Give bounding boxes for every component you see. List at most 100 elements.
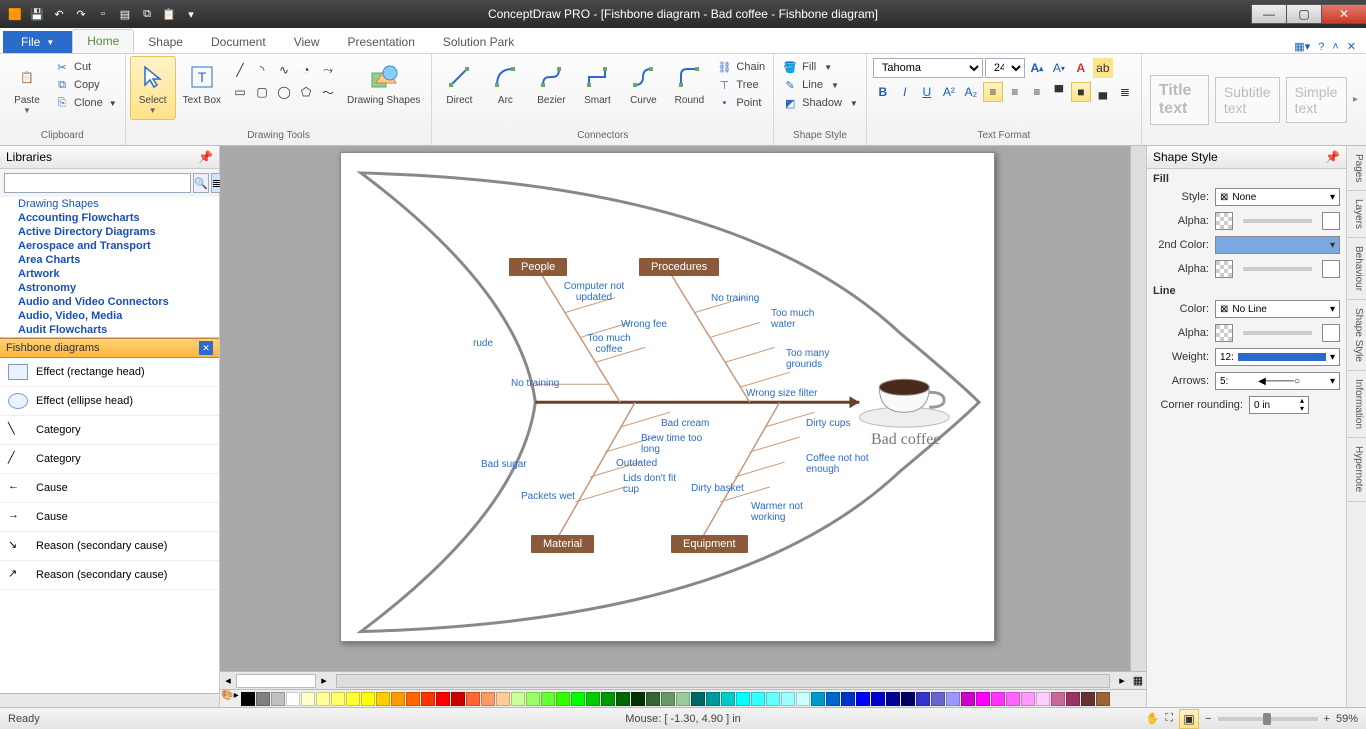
- tree-node[interactable]: Area Charts: [0, 253, 219, 267]
- cause-text[interactable]: Outdated: [616, 458, 657, 469]
- minimize-button[interactable]: —: [1251, 4, 1287, 24]
- color-swatch[interactable]: [676, 692, 690, 706]
- color-swatch[interactable]: [841, 692, 855, 706]
- zoom-in-button[interactable]: +: [1324, 713, 1330, 725]
- polyline-tool-button[interactable]: ⤳: [318, 60, 338, 80]
- tree-node[interactable]: Astronomy: [0, 281, 219, 295]
- corner-rounding-input[interactable]: 0 in▴▾: [1249, 396, 1309, 414]
- color-swatch[interactable]: [301, 692, 315, 706]
- bezier-connector-button[interactable]: Bezier: [528, 56, 574, 111]
- line-button[interactable]: ✎Line▼: [778, 76, 862, 94]
- stencil-item[interactable]: ╲Category: [0, 416, 219, 445]
- textbox-tool-button[interactable]: T Text Box: [176, 56, 228, 111]
- color-swatch[interactable]: [796, 692, 810, 706]
- fill-alpha-slider[interactable]: [1243, 219, 1312, 223]
- color-swatch[interactable]: [931, 692, 945, 706]
- cause-text[interactable]: Packets wet: [521, 491, 575, 502]
- line-alpha-slider[interactable]: [1243, 331, 1312, 335]
- font-color-button[interactable]: A: [1071, 58, 1091, 78]
- arrows-select[interactable]: 5:◀────○▾: [1215, 372, 1340, 390]
- color-swatch[interactable]: [721, 692, 735, 706]
- page-first-button[interactable]: ◂: [220, 674, 236, 687]
- color-swatch[interactable]: [856, 692, 870, 706]
- color-swatch[interactable]: [376, 692, 390, 706]
- stencil-item[interactable]: ↘Reason (secondary cause): [0, 532, 219, 561]
- shadow-button[interactable]: ◩Shadow▼: [778, 94, 862, 112]
- canvas-hscroll[interactable]: [336, 674, 1110, 688]
- paste-button[interactable]: 📋 Paste ▼: [4, 56, 50, 120]
- pin-icon[interactable]: 📌: [1325, 150, 1340, 164]
- spline-tool-button[interactable]: ∿: [274, 60, 294, 80]
- side-tab-information[interactable]: Information: [1347, 371, 1366, 438]
- color-swatch[interactable]: [751, 692, 765, 706]
- color-swatch[interactable]: [616, 692, 630, 706]
- side-tab-behaviour[interactable]: Behaviour: [1347, 238, 1366, 300]
- color-swatch[interactable]: [1096, 692, 1110, 706]
- side-tab-layers[interactable]: Layers: [1347, 191, 1366, 238]
- curve-connector-button[interactable]: Curve: [620, 56, 666, 111]
- file-tab[interactable]: File ▼: [3, 31, 72, 53]
- drawing-shapes-button[interactable]: Drawing Shapes: [340, 56, 427, 111]
- side-tab-shape-style[interactable]: Shape Style: [1347, 300, 1366, 371]
- color-swatch[interactable]: [436, 692, 450, 706]
- subscript-button[interactable]: A₂: [961, 82, 981, 102]
- color-swatch[interactable]: [916, 692, 930, 706]
- color-swatch[interactable]: [781, 692, 795, 706]
- canvas-vscroll[interactable]: [1130, 146, 1146, 671]
- tree-node[interactable]: Audio, Video, Media: [0, 309, 219, 323]
- point-button[interactable]: •Point: [712, 94, 769, 112]
- color-swatch[interactable]: [466, 692, 480, 706]
- color-swatch[interactable]: [736, 692, 750, 706]
- cause-text[interactable]: Wrong fee: [621, 319, 667, 330]
- color-swatch[interactable]: [886, 692, 900, 706]
- cause-text[interactable]: No training: [711, 293, 759, 304]
- color-swatch[interactable]: [496, 692, 510, 706]
- qat-open-icon[interactable]: ▤: [116, 5, 134, 23]
- app-icon[interactable]: 🟧: [6, 5, 24, 23]
- color-swatch[interactable]: [871, 692, 885, 706]
- tree-node[interactable]: Audio and Video Connectors: [0, 295, 219, 309]
- bold-button[interactable]: B: [873, 82, 893, 102]
- line-tool-button[interactable]: ╱: [230, 60, 250, 80]
- tree-node[interactable]: Artwork: [0, 267, 219, 281]
- stencil-item[interactable]: Effect (ellipse head): [0, 387, 219, 416]
- maximize-button[interactable]: ▢: [1286, 4, 1322, 24]
- color-swatch[interactable]: [631, 692, 645, 706]
- color-swatch[interactable]: [1006, 692, 1020, 706]
- palette-menu-icon[interactable]: 🎨▸: [220, 690, 240, 707]
- cause-text[interactable]: Computer not updated: [559, 281, 629, 303]
- library-search-input[interactable]: [4, 173, 191, 193]
- qat-undo-icon[interactable]: ↶: [50, 5, 68, 23]
- crop-tool-icon[interactable]: ⛶: [1165, 712, 1173, 725]
- color-swatch[interactable]: [601, 692, 615, 706]
- color-swatch[interactable]: [331, 692, 345, 706]
- arc-tool-button[interactable]: ◝: [252, 60, 272, 80]
- effect-label[interactable]: Bad coffee: [871, 431, 940, 449]
- cause-text[interactable]: Bad sugar: [481, 459, 527, 470]
- color-swatch[interactable]: [646, 692, 660, 706]
- tree-node[interactable]: Drawing Shapes: [0, 197, 219, 211]
- help-icon[interactable]: ?: [1318, 41, 1324, 53]
- page-nav-area[interactable]: [236, 674, 316, 688]
- increase-font-button[interactable]: A▴: [1027, 58, 1047, 78]
- cause-text[interactable]: rude: [473, 338, 493, 349]
- stencil-item[interactable]: ╱Category: [0, 445, 219, 474]
- color-swatch[interactable]: [286, 692, 300, 706]
- color-swatch[interactable]: [571, 692, 585, 706]
- color-swatch[interactable]: [481, 692, 495, 706]
- hand-tool-icon[interactable]: ✋: [1146, 712, 1160, 725]
- color-swatch[interactable]: [586, 692, 600, 706]
- drawing-page[interactable]: People Procedures Material Equipment Com…: [340, 152, 995, 642]
- page-last-button[interactable]: ▸: [316, 674, 332, 687]
- color-swatch[interactable]: [976, 692, 990, 706]
- color-swatch[interactable]: [706, 692, 720, 706]
- stencil-item[interactable]: ↗Reason (secondary cause): [0, 561, 219, 590]
- category-people[interactable]: People: [509, 258, 567, 276]
- open-library-header[interactable]: Fishbone diagrams ✕: [0, 338, 219, 358]
- tree-node[interactable]: Accounting Flowcharts: [0, 211, 219, 225]
- simple-text-style[interactable]: Simple text: [1286, 77, 1347, 123]
- align-center-button[interactable]: ≡: [1005, 82, 1025, 102]
- color-swatch[interactable]: [541, 692, 555, 706]
- color-swatch[interactable]: [991, 692, 1005, 706]
- color-swatch[interactable]: [1081, 692, 1095, 706]
